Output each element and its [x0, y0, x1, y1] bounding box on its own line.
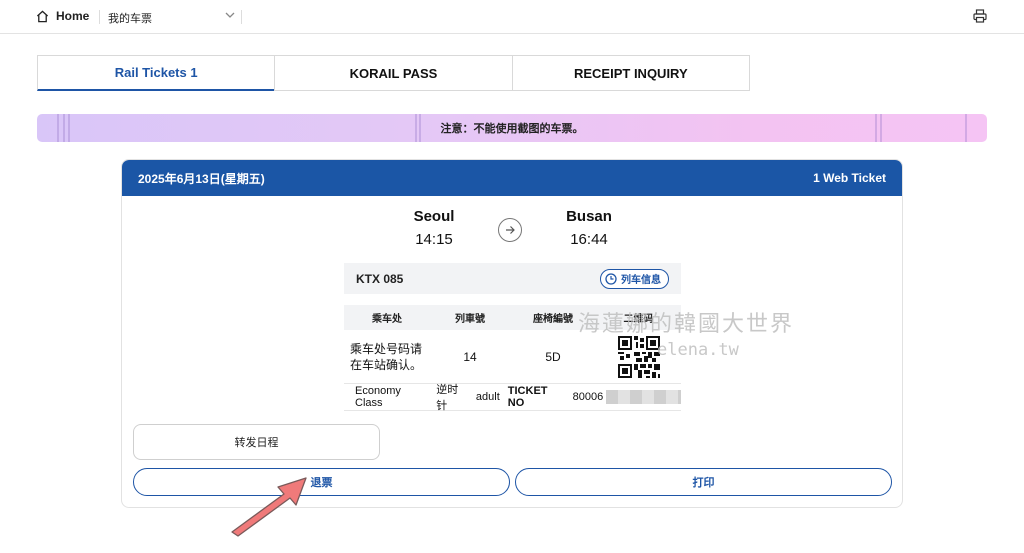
- seat-row: 乘车处号码请 在车站确认。 14 5D: [344, 330, 681, 384]
- route: Seoul 14:15 Busan 16:44: [122, 208, 902, 258]
- chevron-down-icon[interactable]: [225, 11, 235, 19]
- ticket-no-value: 80006: [572, 391, 604, 403]
- boarding-note: 乘车处号码请 在车站确认。: [344, 341, 430, 373]
- departure: Seoul 14:15: [384, 208, 484, 248]
- share-itinerary-button[interactable]: 转发日程: [133, 424, 380, 460]
- top-bar: Home 我的车票: [0, 0, 1024, 34]
- col-car: 列車號: [455, 314, 485, 325]
- ticket-no-redacted: [606, 390, 681, 404]
- tab-korail-pass[interactable]: KORAIL PASS: [274, 55, 513, 91]
- arrival: Busan 16:44: [539, 208, 639, 248]
- passenger-type: adult: [475, 391, 500, 403]
- travel-date: 2025年6月13日(星期五): [138, 171, 265, 186]
- ticket-tabs: Rail Tickets 1 KORAIL PASS RECEIPT INQUI…: [37, 55, 750, 91]
- train-number: KTX 085: [356, 271, 404, 286]
- arrival-time: 16:44: [570, 231, 608, 248]
- ticket-count: 1 Web Ticket: [813, 171, 886, 185]
- ticket-no-label: TICKET NO: [507, 385, 548, 409]
- boarding-note-line2: 在车站确认。: [350, 357, 423, 372]
- train-info-label: 列车信息: [621, 275, 661, 286]
- home-icon: [36, 10, 49, 22]
- notice-text: 注意：不能使用截图的车票。: [440, 123, 584, 135]
- ticket-header: 2025年6月13日(星期五) 1 Web Ticket: [122, 160, 902, 196]
- tab-receipt-inquiry[interactable]: RECEIPT INQUIRY: [511, 55, 750, 91]
- watermark-url: elena.tw: [657, 340, 739, 360]
- print-icon[interactable]: [973, 9, 987, 23]
- divider: [99, 10, 100, 24]
- seat-class: Economy Class: [355, 385, 401, 409]
- col-boarding: 乘车处: [372, 314, 402, 325]
- notice-banner: 注意：不能使用截图的车票。: [37, 114, 987, 142]
- seat-direction: 逆时针: [436, 384, 459, 412]
- arrow-right-icon: [498, 218, 522, 242]
- train-bar: KTX 085 列车信息: [344, 263, 681, 294]
- tab-rail-tickets[interactable]: Rail Tickets 1: [37, 55, 276, 91]
- departure-time: 14:15: [415, 231, 453, 248]
- seat-number: 5D: [545, 349, 561, 364]
- breadcrumb[interactable]: 我的车票: [108, 10, 152, 26]
- boarding-note-line1: 乘车处号码请: [350, 341, 423, 356]
- ticket-class-row: Economy Class 逆时针 adult TICKET NO 80006: [344, 384, 681, 412]
- departure-station: Seoul: [413, 208, 455, 225]
- divider: [241, 10, 242, 24]
- home-link[interactable]: Home: [36, 9, 89, 23]
- home-label: Home: [56, 9, 90, 23]
- watermark: 海蓮娜的韓國大世界: [578, 312, 795, 337]
- arrival-station: Busan: [566, 208, 612, 225]
- clock-icon: [605, 272, 617, 285]
- annotation-arrow: [231, 477, 307, 537]
- refund-button[interactable]: 退票: [133, 468, 510, 496]
- train-info-button[interactable]: 列车信息: [600, 268, 669, 289]
- print-button[interactable]: 打印: [515, 468, 892, 496]
- car-number: 14: [463, 349, 477, 364]
